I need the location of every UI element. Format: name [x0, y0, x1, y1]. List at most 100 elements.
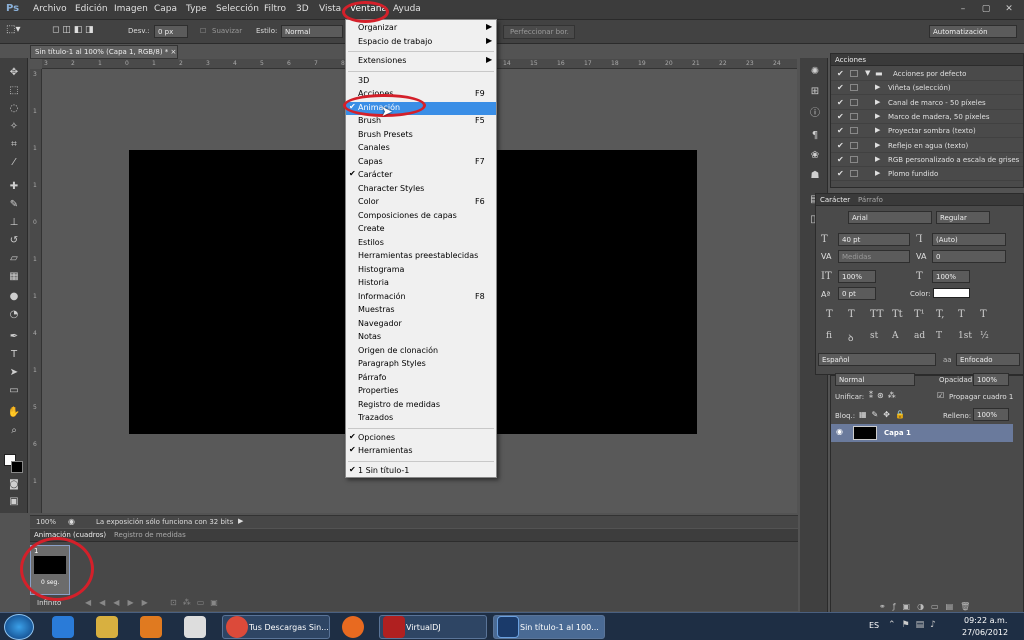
menu-item-organizar[interactable]: Organizar ▶ — [346, 22, 496, 35]
dialog-toggle-box[interactable] — [850, 70, 858, 77]
expand-arrow-icon[interactable]: ▶ — [875, 98, 880, 106]
expand-arrow-icon[interactable]: ▶ — [875, 155, 880, 163]
font-family-select[interactable]: Arial — [848, 211, 932, 224]
clone-stamp-icon[interactable]: ⊥ — [6, 216, 22, 230]
menu-item-capas[interactable]: Capas F7 — [346, 156, 496, 169]
type-style-button[interactable]: T — [958, 309, 965, 320]
antialias-select[interactable]: Enfocado — [956, 353, 1020, 366]
expand-arrow-icon[interactable]: ▶ — [875, 141, 880, 149]
action-toggle-icon[interactable]: ✔ — [837, 169, 844, 178]
opentype-button[interactable]: T — [936, 331, 942, 341]
tab-parrafo[interactable]: Párrafo — [858, 196, 883, 204]
type-style-button[interactable]: Tt — [892, 309, 903, 320]
firefox-icon[interactable] — [342, 616, 364, 638]
perfeccionar-button[interactable]: Perfeccionar bor. — [503, 25, 575, 39]
opacity-input[interactable]: 100% — [973, 373, 1009, 386]
menu-item-1-sin-título-1[interactable]: ✔ 1 Sin título-1 — [346, 465, 496, 478]
propagate-checkbox[interactable]: ☑ — [937, 391, 944, 400]
menu-item-create[interactable]: Create — [346, 223, 496, 236]
move-tool-icon[interactable]: ✥ — [6, 66, 22, 80]
expand-arrow-icon[interactable]: ▼ — [865, 69, 870, 77]
explorer-icon[interactable] — [96, 616, 118, 638]
action-row[interactable]: ✔ ▼ ▬ Acciones por defecto — [831, 67, 1023, 81]
crop-icon[interactable]: ⌗ — [6, 138, 22, 152]
opentype-button[interactable]: ꝺ — [848, 331, 853, 344]
action-toggle-icon[interactable]: ✔ — [837, 155, 844, 164]
unify-icons[interactable]: ⁑⊛⁂ — [869, 391, 900, 400]
brush-panel-icon[interactable]: ☗ — [808, 170, 822, 181]
menu-item-navegador[interactable]: Navegador — [346, 318, 496, 331]
history-panel-icon[interactable]: ⊞ — [808, 86, 822, 97]
playback-controls[interactable]: ◀◀◀▶▶ — [85, 598, 156, 607]
menu-item-histograma[interactable]: Histograma — [346, 264, 496, 277]
history-brush-icon[interactable]: ↺ — [6, 234, 22, 248]
desv-input[interactable]: 0 px — [154, 25, 188, 38]
menu-item-trazados[interactable]: Trazados — [346, 412, 496, 425]
menu-item-notas[interactable]: Notas — [346, 331, 496, 344]
font-size-input[interactable]: 40 pt — [838, 233, 910, 246]
menu-item-párrafo[interactable]: Párrafo — [346, 372, 496, 385]
layer-row[interactable]: ◉ Capa 1 — [831, 424, 1013, 442]
screen-mode-icon[interactable]: ▣ — [6, 495, 22, 509]
type-style-button[interactable]: T¹ — [914, 309, 925, 320]
tray-icons[interactable]: ⌃⚑▤♪ — [888, 620, 942, 630]
type-style-button[interactable]: T — [848, 309, 855, 320]
maximize-button[interactable]: ▢ — [975, 2, 997, 17]
shape-icon[interactable]: ▭ — [6, 384, 22, 398]
layer-visibility-icon[interactable]: ◉ — [836, 427, 843, 436]
zoom-icon[interactable]: ⌕ — [6, 424, 22, 438]
suavizar-checkbox[interactable]: ☐ — [200, 27, 206, 35]
language-select[interactable]: Español — [818, 353, 936, 366]
type-style-button[interactable]: T — [980, 309, 987, 320]
paragraph-panel-icon[interactable]: ¶ — [808, 130, 822, 141]
menu-filtro[interactable]: Filtro — [264, 4, 286, 14]
menu-item-paragraph-styles[interactable]: Paragraph Styles — [346, 358, 496, 371]
menu-imagen[interactable]: Imagen — [114, 4, 148, 14]
action-row[interactable]: ✔ ▶ Marco de madera, 50 píxeles — [831, 110, 1023, 124]
type-style-button[interactable]: TT — [870, 309, 884, 320]
blend-mode-select[interactable]: Normal — [835, 373, 915, 386]
menu-archivo[interactable]: Archivo — [33, 4, 67, 14]
menu-type[interactable]: Type — [186, 4, 207, 14]
dialog-toggle-box[interactable] — [850, 98, 858, 106]
menu-item-origen-de-clonación[interactable]: Origen de clonación — [346, 345, 496, 358]
language-indicator[interactable]: ES — [869, 621, 879, 630]
menu-item-carácter[interactable]: ✔ Carácter — [346, 169, 496, 182]
opentype-button[interactable]: 1st — [958, 331, 972, 341]
type-style-button[interactable]: T, — [936, 309, 944, 320]
frame-action-icons[interactable]: ⊡⁂▭▣ — [170, 598, 224, 607]
font-style-select[interactable]: Regular — [936, 211, 990, 224]
menu-item-canales[interactable]: Canales — [346, 142, 496, 155]
action-toggle-icon[interactable]: ✔ — [837, 83, 844, 92]
menu-item-registro-de-medidas[interactable]: Registro de medidas — [346, 399, 496, 412]
expand-arrow-icon[interactable]: ▶ — [875, 83, 880, 91]
type-tool-icon[interactable]: T — [6, 348, 22, 362]
menu-ayuda[interactable]: Ayuda — [393, 4, 421, 14]
lock-icons[interactable]: ▦✎✥🔒 — [859, 410, 910, 419]
dialog-toggle-box[interactable] — [850, 127, 858, 135]
opentype-button[interactable]: st — [870, 331, 878, 341]
app-icon[interactable] — [184, 616, 206, 638]
opentype-button[interactable]: ½ — [980, 331, 989, 341]
action-toggle-icon[interactable]: ✔ — [837, 112, 844, 121]
menu-item-3d[interactable]: 3D — [346, 75, 496, 88]
type-style-button[interactable]: T — [826, 309, 833, 320]
ie-icon[interactable] — [52, 616, 74, 638]
action-toggle-icon[interactable]: ✔ — [837, 141, 844, 150]
info-icon[interactable]: ◉ — [68, 517, 75, 526]
opentype-button[interactable]: ad — [914, 331, 925, 341]
action-row[interactable]: ✔ ▶ Reflejo en agua (texto) — [831, 139, 1023, 153]
layer-name[interactable]: Capa 1 — [884, 429, 911, 437]
expand-arrow-icon[interactable]: ▶ — [875, 126, 880, 134]
menu-item-muestras[interactable]: Muestras — [346, 304, 496, 317]
action-row[interactable]: ✔ ▶ Viñeta (selección) — [831, 81, 1023, 96]
baseline-input[interactable]: 0 pt — [838, 287, 876, 300]
marquee-icon[interactable]: ⬚ — [6, 84, 22, 98]
menu-item-opciones[interactable]: ✔ Opciones — [346, 432, 496, 445]
swatches-panel-icon[interactable]: ❀ — [808, 150, 822, 161]
menu-vista[interactable]: Vista — [319, 4, 341, 14]
media-player-icon[interactable] — [140, 616, 162, 638]
menu-item-información[interactable]: Información F8 — [346, 291, 496, 304]
action-row[interactable]: ✔ ▶ Plomo fundido — [831, 167, 1023, 182]
action-toggle-icon[interactable]: ✔ — [837, 126, 844, 135]
